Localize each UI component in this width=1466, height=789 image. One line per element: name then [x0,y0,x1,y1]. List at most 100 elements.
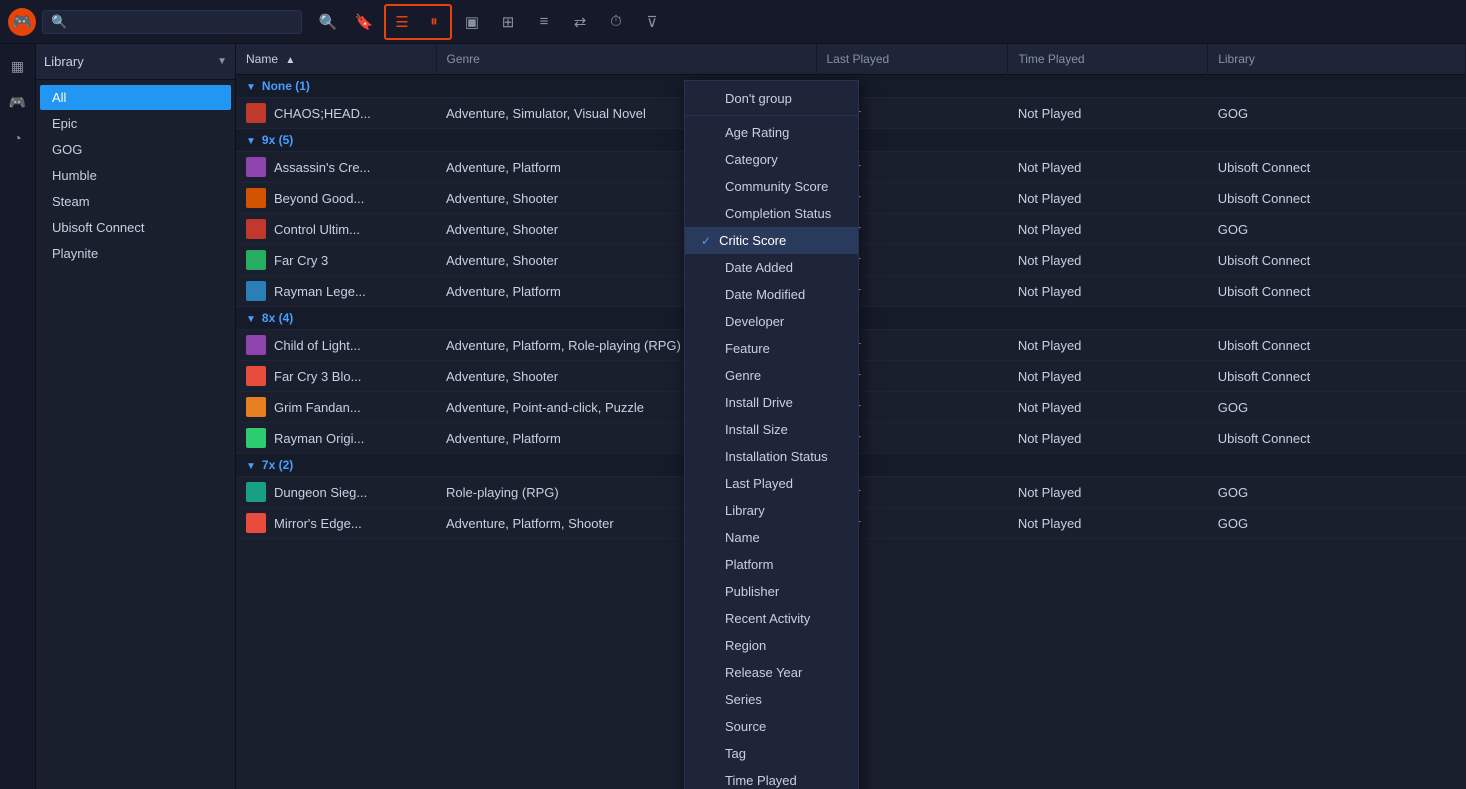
nav-item-ubisoft[interactable]: Ubisoft Connect [40,215,231,240]
grid-view-btn[interactable]: ⊞ [492,6,524,38]
game-icon [246,250,266,270]
game-title: Far Cry 3 Blo... [274,369,361,384]
menu-item-feature[interactable]: Feature [685,335,858,362]
cell-library: Ubisoft Connect [1208,423,1466,454]
search-icon: 🔍 [51,14,67,30]
menu-item-community-score[interactable]: Community Score [685,173,858,200]
menu-item-label: Feature [725,341,770,356]
menu-item-last-played[interactable]: Last Played [685,470,858,497]
cell-name: Mirror's Edge... [236,508,436,539]
menu-item-label: Recent Activity [725,611,810,626]
cell-library: Ubisoft Connect [1208,183,1466,214]
view-toggle-group: ☰ ⏸ [384,4,452,40]
menu-item-don't-group[interactable]: Don't group [685,85,858,112]
game-icon [246,513,266,533]
menu-item-library[interactable]: Library [685,497,858,524]
game-icon [246,482,266,502]
app-logo: 🎮 [8,8,36,36]
menu-item-developer[interactable]: Developer [685,308,858,335]
cell-library: GOG [1208,477,1466,508]
search-input[interactable] [73,14,293,29]
main-layout: ▦ 🎮 ◔ Library ▼ All Epic GOG Humble Stea… [0,44,1466,789]
cell-time-played: Not Played [1008,508,1208,539]
game-icon [246,103,266,123]
bookmark-icon-btn[interactable]: 🔖 [348,6,380,38]
detail-view-btn[interactable]: ≡ [528,6,560,38]
clock-btn[interactable]: ⏱ [600,6,632,38]
menu-item-publisher[interactable]: Publisher [685,578,858,605]
menu-item-completion-status[interactable]: Completion Status [685,200,858,227]
menu-item-label: Source [725,719,766,734]
filter-btn[interactable]: ⊽ [636,6,668,38]
col-library[interactable]: Library [1208,44,1466,75]
menu-item-name[interactable]: Name [685,524,858,551]
nav-item-steam[interactable]: Steam [40,189,231,214]
panel-view-btn[interactable]: ▣ [456,6,488,38]
nav-item-playnite[interactable]: Playnite [40,241,231,266]
random-btn[interactable]: ⇄ [564,6,596,38]
search-box[interactable]: 🔍 [42,10,302,34]
col-name[interactable]: Name ▲ [236,44,436,75]
nav-item-epic[interactable]: Epic [40,111,231,136]
col-time-played[interactable]: Time Played [1008,44,1208,75]
check-icon: ✓ [701,234,711,248]
menu-item-release-year[interactable]: Release Year [685,659,858,686]
sidebar-chart-icon[interactable]: ◔ [4,124,32,152]
menu-item-installation-status[interactable]: Installation Status [685,443,858,470]
library-title: Library [44,54,213,69]
list-view-btn[interactable]: ☰ [386,6,418,38]
menu-item-install-drive[interactable]: Install Drive [685,389,858,416]
search-icon-btn[interactable]: 🔍 [312,6,344,38]
menu-item-label: Category [725,152,778,167]
cell-library: GOG [1208,98,1466,129]
sidebar-controller-icon[interactable]: 🎮 [4,88,32,116]
cell-library: Ubisoft Connect [1208,276,1466,307]
cell-name: Dungeon Sieg... [236,477,436,508]
menu-item-source[interactable]: Source [685,713,858,740]
sidebar-library-icon[interactable]: ▦ [4,52,32,80]
col-genre[interactable]: Genre [436,44,816,75]
cell-name: Beyond Good... [236,183,436,214]
menu-item-time-played[interactable]: Time Played [685,767,858,789]
menu-item-genre[interactable]: Genre [685,362,858,389]
game-title: Child of Light... [274,338,361,353]
menu-item-critic-score[interactable]: ✓ Critic Score [685,227,858,254]
game-title: Mirror's Edge... [274,516,362,531]
table-header: Name ▲ Genre Last Played Time Played Lib… [236,44,1466,75]
cell-time-played: Not Played [1008,392,1208,423]
cell-library: Ubisoft Connect [1208,330,1466,361]
column-view-btn[interactable]: ⏸ [418,6,450,38]
menu-item-label: Critic Score [719,233,786,248]
library-header[interactable]: Library ▼ [36,44,235,80]
menu-item-install-size[interactable]: Install Size [685,416,858,443]
nav-item-all[interactable]: All [40,85,231,110]
cell-time-played: Not Played [1008,361,1208,392]
content-area: Name ▲ Genre Last Played Time Played Lib… [236,44,1466,789]
game-icon [246,335,266,355]
game-title: Far Cry 3 [274,253,328,268]
menu-item-platform[interactable]: Platform [685,551,858,578]
menu-item-label: Date Modified [725,287,805,302]
menu-item-region[interactable]: Region [685,632,858,659]
menu-item-recent-activity[interactable]: Recent Activity [685,605,858,632]
menu-item-label: Release Year [725,665,802,680]
cell-time-played: Not Played [1008,245,1208,276]
menu-divider [685,115,858,116]
menu-item-date-added[interactable]: Date Added [685,254,858,281]
menu-item-age-rating[interactable]: Age Rating [685,119,858,146]
menu-item-date-modified[interactable]: Date Modified [685,281,858,308]
sidebar-icons: ▦ 🎮 ◔ [0,44,36,789]
game-icon [246,366,266,386]
cell-name: Rayman Origi... [236,423,436,454]
col-last-played[interactable]: Last Played [816,44,1008,75]
menu-item-category[interactable]: Category [685,146,858,173]
game-icon [246,157,266,177]
cell-time-played: Not Played [1008,98,1208,129]
menu-item-series[interactable]: Series [685,686,858,713]
menu-item-label: Publisher [725,584,779,599]
nav-item-gog[interactable]: GOG [40,137,231,162]
nav-item-humble[interactable]: Humble [40,163,231,188]
menu-item-tag[interactable]: Tag [685,740,858,767]
cell-name: Rayman Lege... [236,276,436,307]
menu-item-label: Community Score [725,179,828,194]
